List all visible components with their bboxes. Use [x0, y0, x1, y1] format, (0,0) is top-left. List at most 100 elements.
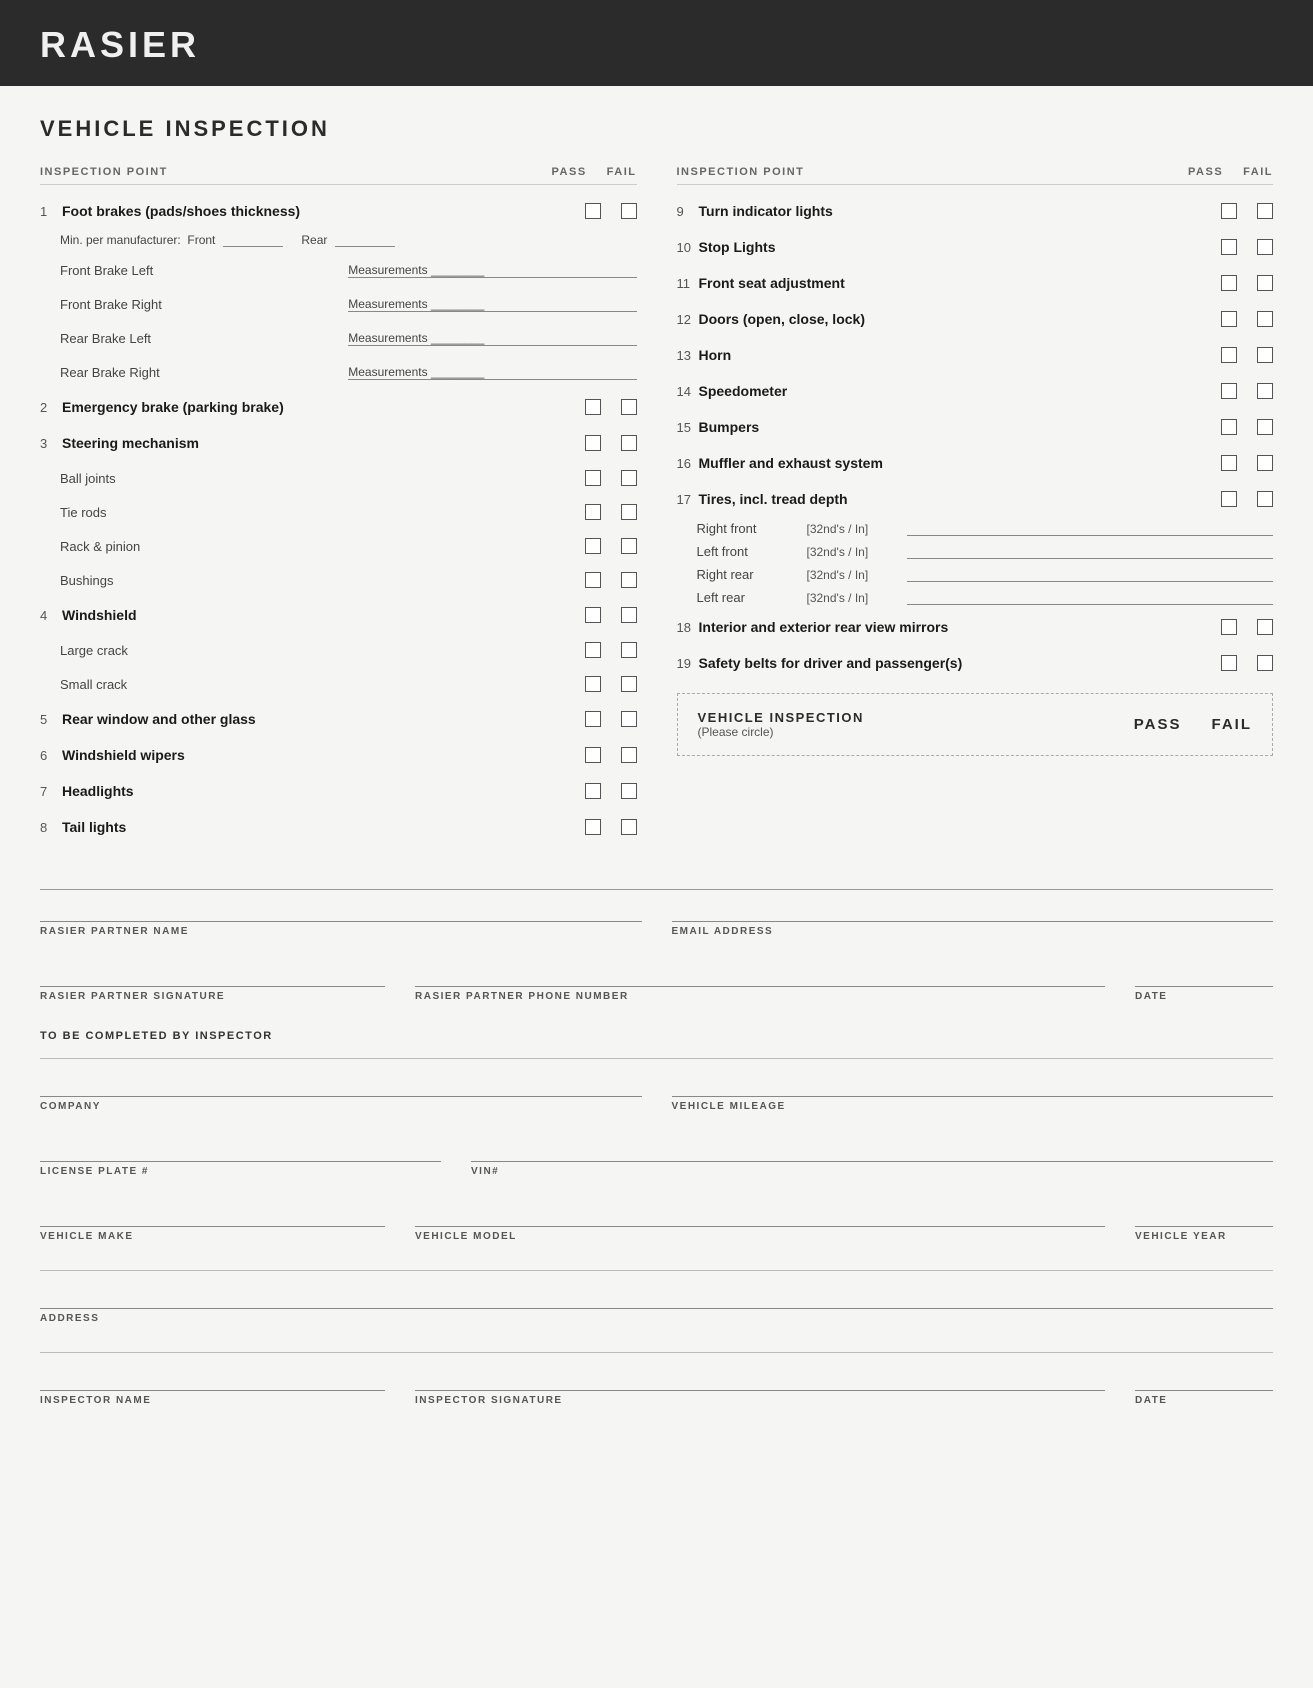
item-17-pass-checkbox[interactable]: [1221, 491, 1237, 507]
item-16-pass-checkbox[interactable]: [1221, 455, 1237, 471]
right-column: INSPECTION POINT PASS FAIL 9 Turn indica…: [677, 166, 1274, 756]
rack-pinion-label: Rack & pinion: [60, 539, 557, 554]
item-9-pass-checkbox[interactable]: [1221, 203, 1237, 219]
section-title: VEHICLE INSPECTION: [40, 116, 1273, 142]
item-14-pass-checkbox[interactable]: [1221, 383, 1237, 399]
item-8-fail-checkbox[interactable]: [621, 819, 637, 835]
item-9-fail-checkbox[interactable]: [1257, 203, 1273, 219]
large-crack-row: Large crack: [40, 637, 637, 663]
tie-rods-label: Tie rods: [60, 505, 557, 520]
bushings-fail-checkbox[interactable]: [621, 572, 637, 588]
tire-right-rear-label: Right rear: [697, 567, 807, 582]
date-line-1: [1135, 965, 1273, 987]
item-12-fail-checkbox[interactable]: [1257, 311, 1273, 327]
large-crack-label: Large crack: [60, 643, 557, 658]
bushings-pass-checkbox[interactable]: [585, 572, 601, 588]
large-crack-fail-checkbox[interactable]: [621, 642, 637, 658]
divider-2: [40, 1270, 1273, 1271]
small-crack-fail-checkbox[interactable]: [621, 676, 637, 692]
item-19-pass-checkbox[interactable]: [1221, 655, 1237, 671]
item-8-pass-checkbox[interactable]: [585, 819, 601, 835]
item-7-headlights: 7 Headlights: [40, 777, 637, 805]
item-2-fail-checkbox[interactable]: [621, 399, 637, 415]
item-1-fail-checkbox[interactable]: [621, 203, 637, 219]
right-fail-label: FAIL: [1243, 166, 1273, 178]
ball-joints-fail-checkbox[interactable]: [621, 470, 637, 486]
item-17-label: Tires, incl. tread depth: [699, 491, 1194, 507]
item-2-pass-checkbox[interactable]: [585, 399, 601, 415]
item-15-fail-checkbox[interactable]: [1257, 419, 1273, 435]
inspector-date-field: DATE: [1135, 1369, 1273, 1406]
item-4-fail-checkbox[interactable]: [621, 607, 637, 623]
item-12-doors: 12 Doors (open, close, lock): [677, 305, 1274, 333]
right-pass-label: PASS: [1188, 166, 1223, 178]
left-col-header: INSPECTION POINT PASS FAIL: [40, 166, 637, 185]
item-19-label: Safety belts for driver and passenger(s): [699, 655, 1194, 671]
plate-label: LICENSE PLATE #: [40, 1166, 441, 1177]
item-19-fail-checkbox[interactable]: [1257, 655, 1273, 671]
item-16-label: Muffler and exhaust system: [699, 455, 1194, 471]
item-14-fail-checkbox[interactable]: [1257, 383, 1273, 399]
company-label: COMPANY: [40, 1101, 642, 1112]
item-12-pass-checkbox[interactable]: [1221, 311, 1237, 327]
right-col-header: INSPECTION POINT PASS FAIL: [677, 166, 1274, 185]
item-19-number: 19: [677, 656, 695, 671]
model-line: [415, 1205, 1105, 1227]
front-brake-left-label: Front Brake Left: [60, 263, 348, 278]
tire-right-front-unit: [32nd's / In]: [807, 522, 907, 536]
item-10-pass-checkbox[interactable]: [1221, 239, 1237, 255]
item-6-label: Windshield wipers: [62, 747, 557, 763]
item-7-fail-checkbox[interactable]: [621, 783, 637, 799]
item-7-pass-checkbox[interactable]: [585, 783, 601, 799]
tie-rods-fail-checkbox[interactable]: [621, 504, 637, 520]
form-row-3: COMPANY VEHICLE MILEAGE: [40, 1075, 1273, 1112]
item-18-fail-checkbox[interactable]: [1257, 619, 1273, 635]
item-15-pass-checkbox[interactable]: [1221, 419, 1237, 435]
item-13-pass-checkbox[interactable]: [1221, 347, 1237, 363]
item-17-number: 17: [677, 492, 695, 507]
item-13-horn: 13 Horn: [677, 341, 1274, 369]
partner-name-field: RASIER PARTNER NAME: [40, 900, 642, 937]
large-crack-pass-checkbox[interactable]: [585, 642, 601, 658]
item-3-fail-checkbox[interactable]: [621, 435, 637, 451]
email-label: EMAIL ADDRESS: [672, 926, 1274, 937]
item-16-fail-checkbox[interactable]: [1257, 455, 1273, 471]
item-16-number: 16: [677, 456, 695, 471]
item-6-fail-checkbox[interactable]: [621, 747, 637, 763]
year-field: VEHICLE YEAR: [1135, 1205, 1273, 1242]
item-11-front-seat: 11 Front seat adjustment: [677, 269, 1274, 297]
item-3-pass-checkbox[interactable]: [585, 435, 601, 451]
item-2-checkboxes: [557, 399, 637, 415]
item-5-pass-checkbox[interactable]: [585, 711, 601, 727]
left-fail-label: FAIL: [607, 166, 637, 178]
item-6-pass-checkbox[interactable]: [585, 747, 601, 763]
tie-rods-pass-checkbox[interactable]: [585, 504, 601, 520]
ball-joints-pass-checkbox[interactable]: [585, 470, 601, 486]
item-5-checkboxes: [557, 711, 637, 727]
small-crack-pass-checkbox[interactable]: [585, 676, 601, 692]
item-16-muffler: 16 Muffler and exhaust system: [677, 449, 1274, 477]
address-field: ADDRESS: [40, 1287, 1273, 1324]
item-3-label: Steering mechanism: [62, 435, 557, 451]
mileage-field: VEHICLE MILEAGE: [672, 1075, 1274, 1112]
item-1-foot-brakes: 1 Foot brakes (pads/shoes thickness): [40, 197, 637, 225]
rack-pinion-pass-checkbox[interactable]: [585, 538, 601, 554]
item-18-pass-checkbox[interactable]: [1221, 619, 1237, 635]
item-1-number: 1: [40, 204, 58, 219]
item-5-fail-checkbox[interactable]: [621, 711, 637, 727]
vin-label: VIN#: [471, 1166, 1273, 1177]
item-11-fail-checkbox[interactable]: [1257, 275, 1273, 291]
item-19-safety-belts: 19 Safety belts for driver and passenger…: [677, 649, 1274, 677]
tire-right-front-value: [907, 522, 1274, 536]
inspector-sig-field: INSPECTOR SIGNATURE: [415, 1369, 1105, 1406]
item-4-pass-checkbox[interactable]: [585, 607, 601, 623]
item-11-pass-checkbox[interactable]: [1221, 275, 1237, 291]
item-17-fail-checkbox[interactable]: [1257, 491, 1273, 507]
item-13-fail-checkbox[interactable]: [1257, 347, 1273, 363]
item-10-fail-checkbox[interactable]: [1257, 239, 1273, 255]
item-18-checkboxes: [1193, 619, 1273, 635]
dashed-pass-fail: PASS FAIL: [1134, 716, 1252, 733]
rack-pinion-fail-checkbox[interactable]: [621, 538, 637, 554]
item-1-pass-checkbox[interactable]: [585, 203, 601, 219]
item-10-stop-lights: 10 Stop Lights: [677, 233, 1274, 261]
